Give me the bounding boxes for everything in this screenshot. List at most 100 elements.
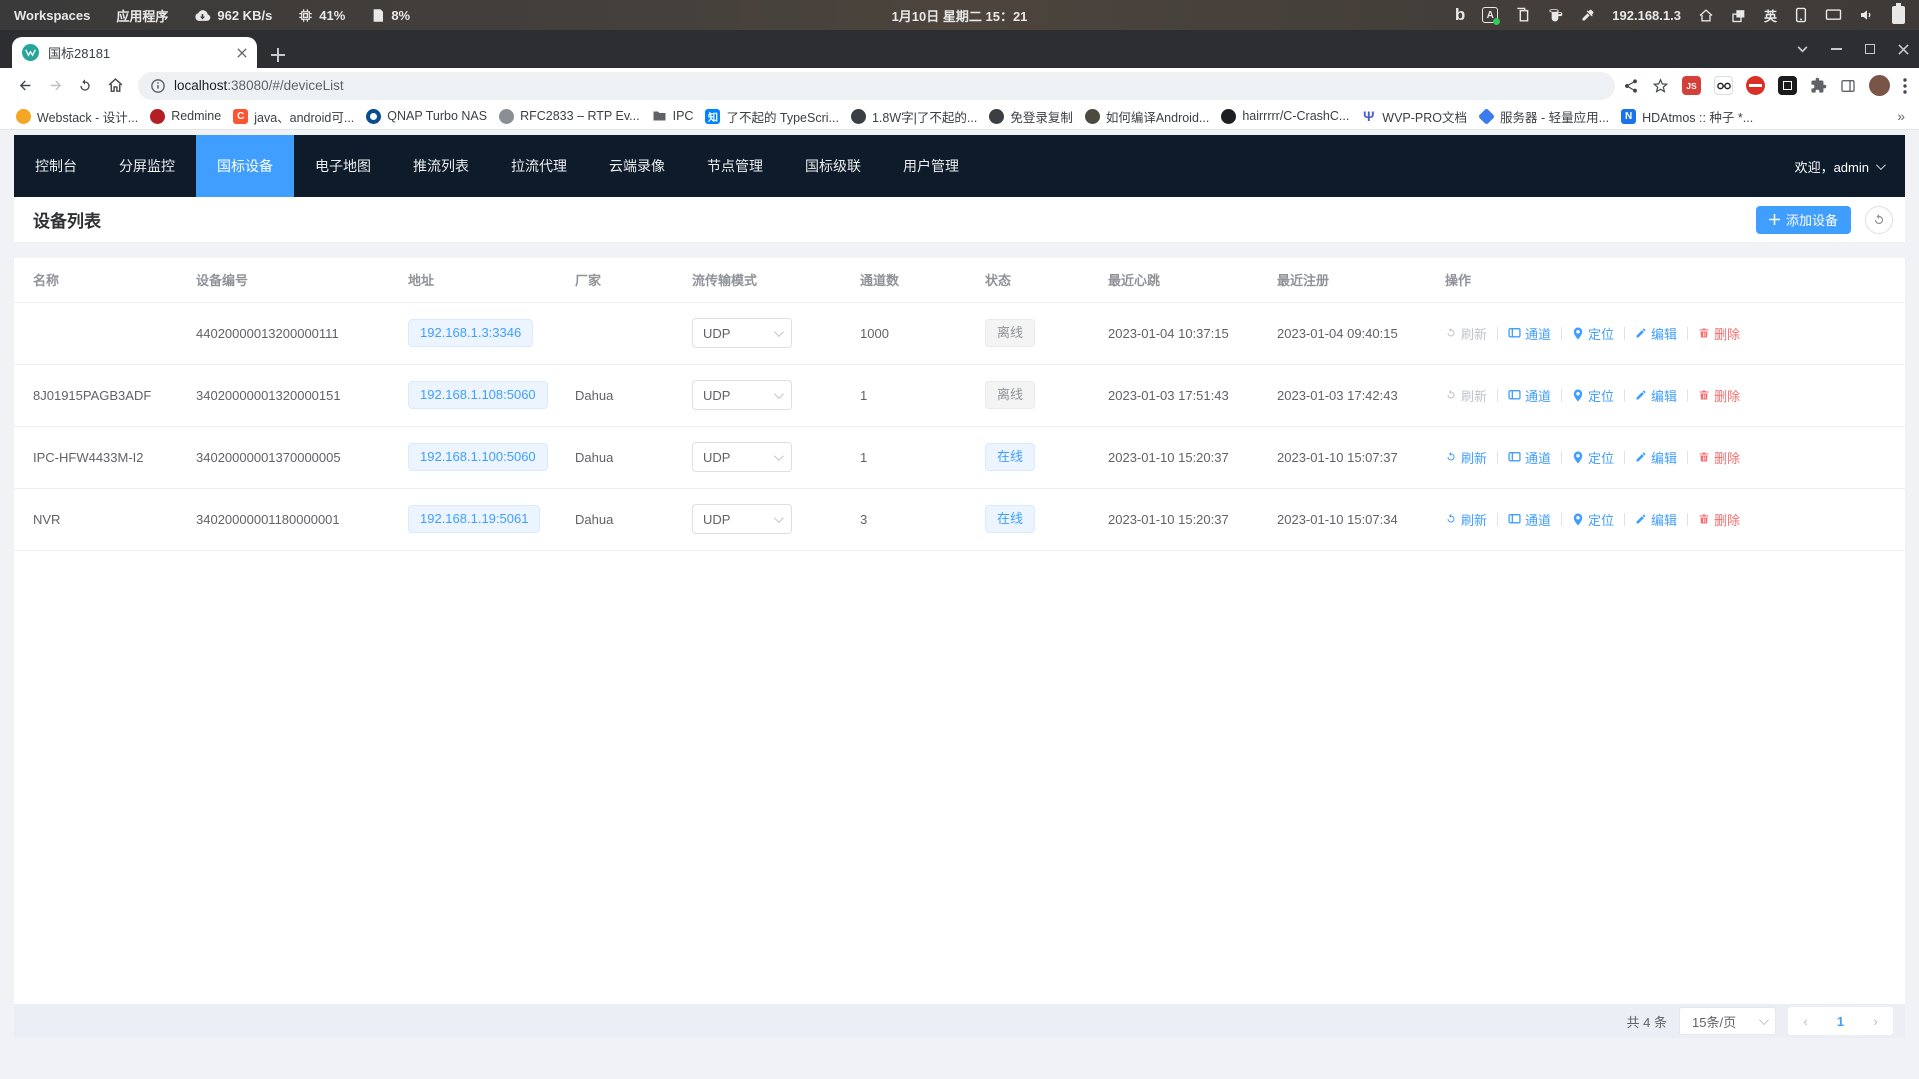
bookmark-item[interactable]: QNAP Turbo NAS [360,109,493,124]
nav-item-e-map[interactable]: 电子地图 [294,135,392,197]
bookmark-item[interactable]: RFC2833 – RTP Ev... [493,109,646,124]
stream-mode-select[interactable]: UDP [692,442,792,472]
window-restore-button[interactable] [1865,44,1875,54]
nav-item-split-monitor[interactable]: 分屏监控 [98,135,196,197]
nav-item-push-streams[interactable]: 推流列表 [392,135,490,197]
back-button[interactable] [10,72,40,100]
extensions-puzzle-icon[interactable] [1810,77,1827,94]
new-tab-button[interactable] [271,48,285,62]
locate-action[interactable]: 定位 [1572,324,1614,343]
profile-avatar[interactable] [1869,75,1890,96]
volume-tray-icon[interactable] [1859,8,1875,22]
action-separator [1561,513,1562,526]
edit-action[interactable]: 编辑 [1635,386,1677,405]
bookmark-item[interactable]: Redmine [144,109,227,124]
address-bar[interactable]: localhost:38080/#/deviceList [138,72,1615,100]
tab-search-chevron-icon[interactable] [1797,46,1808,53]
nav-item-node-manage[interactable]: 节点管理 [686,135,784,197]
stream-mode-select[interactable]: UDP [692,504,792,534]
browser-tab[interactable]: 国标28181 [12,37,257,68]
color-picker-tray-icon[interactable] [1580,8,1595,23]
locate-action[interactable]: 定位 [1572,510,1614,529]
bookmark-item[interactable]: IPC [646,109,700,124]
input-method-indicator[interactable]: 英 [1764,6,1777,25]
applications-button[interactable]: 应用程序 [116,6,168,25]
nav-item-gb-devices[interactable]: 国标设备 [196,135,294,197]
side-panel-icon[interactable] [1840,78,1856,94]
delete-action[interactable]: 删除 [1698,386,1740,405]
nav-item-user-manage[interactable]: 用户管理 [882,135,980,197]
prev-page-button[interactable]: ‹ [1788,1014,1823,1029]
locate-action[interactable]: 定位 [1572,448,1614,467]
bookmark-item[interactable]: 免登录复制 [983,107,1079,126]
bookmark-item[interactable]: 1.8W字|了不起的... [845,107,983,126]
delete-action[interactable]: 删除 [1698,324,1740,343]
edit-action[interactable]: 编辑 [1635,448,1677,467]
clock[interactable]: 1月10日 星期二 15：21 [892,6,1028,25]
bookmark-item[interactable]: 知了不起的 TypeScri... [699,107,845,126]
chevron-down-icon [774,513,784,523]
battery-indicator[interactable] [1892,6,1905,24]
forward-button[interactable] [40,72,70,100]
glasses-extension-icon[interactable] [1714,76,1733,95]
nav-item-console[interactable]: 控制台 [14,135,98,197]
site-info-icon[interactable] [151,79,165,93]
user-menu[interactable]: 欢迎，admin [1795,157,1905,176]
screen-rotate-tray-icon[interactable] [1794,7,1808,23]
clipboard-tray-icon[interactable] [1515,7,1530,23]
bookmarks-overflow-button[interactable]: » [1893,108,1909,124]
page-size-select[interactable]: 15条/页 [1679,1007,1776,1035]
refresh-list-button[interactable] [1865,206,1893,234]
next-page-button[interactable]: › [1858,1014,1893,1029]
bookmark-item[interactable]: 服务器 - 轻量应用... [1473,107,1615,126]
translate-tray-icon[interactable]: A [1482,7,1498,23]
refresh-action[interactable]: 刷新 [1445,510,1487,529]
edit-action[interactable]: 编辑 [1635,510,1677,529]
tab-close-icon[interactable] [237,48,247,58]
bookmark-item[interactable]: NHDAtmos :: 种子 *... [1615,107,1759,126]
bookmark-item[interactable]: Cjava、android可... [227,107,360,126]
cup-tray-icon[interactable] [1547,8,1563,23]
stream-mode-select[interactable]: UDP [692,318,792,348]
dark-reader-extension-icon[interactable] [1778,76,1797,95]
window-switcher-tray-icon[interactable] [1731,8,1747,23]
delete-action[interactable]: 删除 [1698,448,1740,467]
channels-action[interactable]: 通道 [1508,510,1551,529]
ip-address-indicator[interactable]: 192.168.1.3 [1612,8,1681,23]
js-extension-icon[interactable]: JS [1682,76,1701,95]
browser-menu-icon[interactable] [1903,78,1907,94]
home-tray-icon[interactable] [1698,8,1714,23]
bing-tray-icon[interactable]: b [1455,5,1465,25]
delete-action[interactable]: 删除 [1698,510,1740,529]
channels-action[interactable]: 通道 [1508,324,1551,343]
channels-action[interactable]: 通道 [1508,448,1551,467]
window-minimize-button[interactable] [1831,48,1842,50]
stream-mode-select[interactable]: UDP [692,380,792,410]
address-tag: 192.168.1.3:3346 [408,319,533,347]
bookmark-item[interactable]: hairrrrr/C-CrashC... [1215,109,1355,124]
globe-icon [989,109,1004,124]
channels-action[interactable]: 通道 [1508,386,1551,405]
reload-button[interactable] [70,72,100,100]
adblock-extension-icon[interactable] [1746,76,1765,95]
display-tray-icon[interactable] [1825,8,1842,22]
cell-manufacturer: Dahua [562,364,679,426]
refresh-action[interactable]: 刷新 [1445,448,1487,467]
window-close-button[interactable] [1898,44,1909,55]
home-button[interactable] [100,72,130,100]
bookmark-item[interactable]: Webstack - 设计... [10,107,144,126]
bookmark-item[interactable]: ΨWVP-PRO文档 [1355,107,1473,126]
add-device-button[interactable]: 添加设备 [1756,206,1851,234]
locate-action[interactable]: 定位 [1572,386,1614,405]
nav-item-pull-proxy[interactable]: 拉流代理 [490,135,588,197]
current-page-button[interactable]: 1 [1823,1014,1858,1029]
table-row: IPC-HFW4433M-I2 34020000001370000005 192… [14,426,1905,488]
bookmark-item[interactable]: 如何编译Android... [1079,107,1216,126]
share-icon[interactable] [1623,78,1639,94]
workspaces-button[interactable]: Workspaces [14,8,90,23]
hdatmos-icon: N [1621,109,1636,124]
nav-item-gb-cascade[interactable]: 国标级联 [784,135,882,197]
bookmark-star-icon[interactable] [1652,77,1669,94]
nav-item-cloud-record[interactable]: 云端录像 [588,135,686,197]
edit-action[interactable]: 编辑 [1635,324,1677,343]
